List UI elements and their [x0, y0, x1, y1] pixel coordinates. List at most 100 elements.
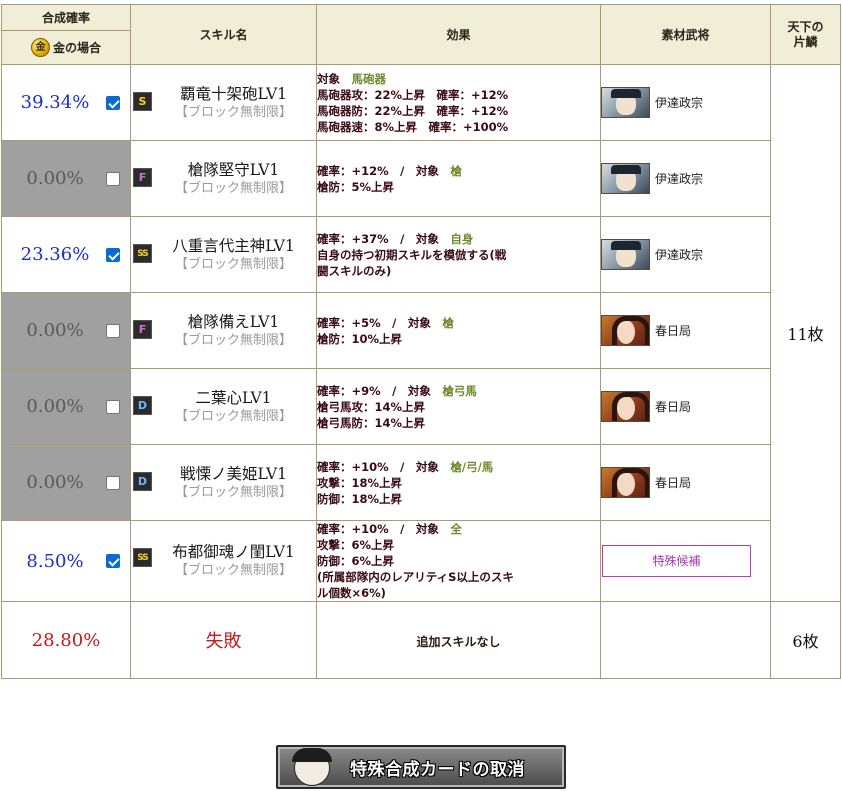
effect-target: 全: [450, 522, 462, 536]
effect-line: 槍弓馬防：14%上昇: [317, 415, 426, 430]
effect-line: 自身の持つ初期スキルを模倣する(戦: [317, 247, 507, 262]
effect-line: 馬砲器攻：22%上昇 確率：+12%: [317, 87, 509, 102]
material-cell: 特殊候補: [600, 520, 771, 602]
result-additional: 追加スキルなし: [416, 634, 501, 649]
result-outcome: 失敗: [205, 631, 242, 652]
effect-cell: 確率：+9% / 対象 槍弓馬 槍弓馬攻：14%上昇 槍弓馬防：14%上昇: [316, 368, 601, 445]
skill-row: 0.00% F 槍隊堅守LV1 【ブロック無制限】 確率：+12% / 対象 槍…: [1, 140, 841, 217]
skill-restriction: 【ブロック無制限】: [174, 408, 292, 424]
officer-name: 伊達政宗: [655, 172, 704, 186]
officer-name: 伊達政宗: [655, 248, 704, 262]
material-officer[interactable]: 春日局: [601, 391, 770, 422]
header-material: 素材武将: [600, 4, 771, 65]
effect-line: 確率：+9% / 対象 槍弓馬: [317, 383, 477, 398]
officer-portrait-icon: [601, 391, 650, 422]
effect-target: 自身: [450, 231, 474, 246]
skill-name: 槍隊備えLV1: [187, 312, 280, 331]
skill-synthesis-panel: 合成確率 金 金の場合 スキル名 効果 素材武将 天下の 片鱗 39.34% S…: [0, 0, 842, 791]
skill-select-checkbox[interactable]: [106, 171, 120, 186]
skill-name: 二葉心LV1: [195, 388, 272, 407]
skill-select-checkbox[interactable]: [106, 475, 120, 490]
effect-target: 槍弓馬: [442, 383, 477, 398]
rank-badge-icon: D: [133, 396, 152, 415]
skill-row: 0.00% F 槍隊備えLV1 【ブロック無制限】 確率：+5% / 対象 槍槍…: [1, 292, 841, 369]
header-gold-case: 金 金の場合: [2, 31, 130, 63]
skill-select-checkbox[interactable]: [106, 399, 120, 414]
header-effect: 効果: [316, 4, 601, 65]
probability-value: 0.00%: [26, 472, 84, 493]
result-additional-cell: 追加スキルなし: [316, 601, 601, 679]
probability-value: 0.00%: [26, 396, 84, 417]
probability-value: 0.00%: [26, 168, 84, 189]
skill-cell: D 戦慄ノ美姫LV1 【ブロック無制限】: [130, 444, 317, 521]
skill-name: 布都御魂ノ閨LV1: [172, 543, 295, 561]
skill-select-checkbox[interactable]: [106, 95, 120, 110]
effect-target: 槍: [442, 315, 454, 330]
probability-cell: 8.50%: [1, 520, 131, 602]
skill-cell: S 覇竜十架砲LV1 【ブロック無制限】: [130, 64, 317, 141]
probability-cell: 0.00%: [1, 140, 131, 217]
skill-restriction: 【ブロック無制限】: [174, 256, 292, 272]
material-officer[interactable]: 伊達政宗: [601, 163, 770, 194]
officer-portrait-icon: [601, 239, 650, 270]
header-skill-name: スキル名: [130, 4, 317, 65]
probability-value: 39.34%: [20, 92, 90, 113]
skill-name: 覇竜十架砲LV1: [179, 84, 287, 103]
probability-cell: 0.00%: [1, 444, 131, 521]
material-cell: 伊達政宗: [600, 140, 771, 217]
rank-badge-icon: D: [133, 472, 152, 491]
effect-cell: 確率：+10% / 対象 槍/弓/馬 攻撃：18%上昇 防御：18%上昇: [316, 444, 601, 521]
skill-select-checkbox[interactable]: [106, 247, 120, 262]
skill-name: 八重言代主神LV1: [172, 236, 295, 255]
skill-cell: F 槍隊堅守LV1 【ブロック無制限】: [130, 140, 317, 217]
effect-target: 槍: [450, 163, 462, 178]
skill-row: 8.50% SS 布都御魂ノ閨LV1 【ブロック無制限】 確率：+10% / 対…: [1, 520, 841, 602]
header-probability-title: 合成確率: [2, 6, 130, 31]
effect-line: 槍防：5%上昇: [317, 179, 395, 194]
effect-cell: 確率：+12% / 対象 槍槍防：5%上昇: [316, 140, 601, 217]
officer-name: 春日局: [655, 400, 692, 414]
cancel-special-card-button[interactable]: 特殊合成カードの取消: [276, 745, 566, 789]
material-officer[interactable]: 春日局: [601, 315, 770, 346]
officer-name: 春日局: [655, 324, 692, 338]
skill-row: 0.00% D 戦慄ノ美姫LV1 【ブロック無制限】 確率：+10% / 対象 …: [1, 444, 841, 521]
material-officer[interactable]: 春日局: [601, 467, 770, 498]
material-cell: 春日局: [600, 368, 771, 445]
effect-cell: 確率：+5% / 対象 槍槍防：10%上昇: [316, 292, 601, 369]
skill-select-checkbox[interactable]: [106, 323, 120, 338]
result-outcome-cell: 失敗: [130, 601, 317, 679]
skill-select-checkbox[interactable]: [106, 554, 120, 568]
tenka-count-lower: 6枚: [770, 601, 841, 679]
special-candidate-button[interactable]: 特殊候補: [602, 545, 751, 577]
material-cell: 伊達政宗: [600, 64, 771, 141]
effect-line: 馬砲器防：22%上昇 確率：+12%: [317, 103, 509, 118]
probability-cell: 0.00%: [1, 368, 131, 445]
effect-line: 確率：+37% / 対象 自身: [317, 231, 474, 246]
skill-cell: F 槍隊備えLV1 【ブロック無制限】: [130, 292, 317, 369]
rank-badge-icon: F: [133, 168, 152, 187]
probability-cell: 23.36%: [1, 216, 131, 293]
skill-row: 39.34% S 覇竜十架砲LV1 【ブロック無制限】 対象 馬砲器 馬砲器攻：2…: [1, 64, 841, 602]
result-row: 28.80% 失敗 追加スキルなし 6枚: [1, 601, 841, 679]
result-probability-cell: 28.80%: [1, 601, 131, 679]
material-cell: 伊達政宗: [600, 216, 771, 293]
skill-restriction: 【ブロック無制限】: [174, 104, 292, 120]
skill-restriction: 【ブロック無制限】: [174, 484, 292, 500]
probability-value: 0.00%: [26, 320, 84, 341]
effect-line: (所属部隊内のレアリティS以上のスキ: [317, 570, 514, 584]
effect-line: 確率：+12% / 対象 槍: [317, 163, 462, 178]
skill-name: 戦慄ノ美姫LV1: [179, 464, 287, 483]
rank-badge-icon: S: [133, 92, 152, 111]
material-cell: 春日局: [600, 292, 771, 369]
rank-badge-icon: SS: [133, 548, 152, 567]
effect-cell: 確率：+10% / 対象 全攻撃：6%上昇 防御：6%上昇 (所属部隊内のレアリティ…: [316, 520, 601, 602]
officer-name: 伊達政宗: [655, 96, 704, 110]
tenka-count-upper: 11枚: [770, 64, 841, 602]
skill-restriction: 【ブロック無制限】: [174, 332, 292, 348]
skill-row: 0.00% D 二葉心LV1 【ブロック無制限】 確率：+9% / 対象 槍弓馬…: [1, 368, 841, 445]
material-officer[interactable]: 伊達政宗: [601, 239, 770, 270]
effect-line: 攻撃：6%上昇: [317, 538, 395, 552]
effect-line: 確率：+10% / 対象 槍/弓/馬: [317, 459, 494, 474]
material-officer[interactable]: 伊達政宗: [601, 87, 770, 118]
result-probability: 28.80%: [31, 629, 101, 651]
